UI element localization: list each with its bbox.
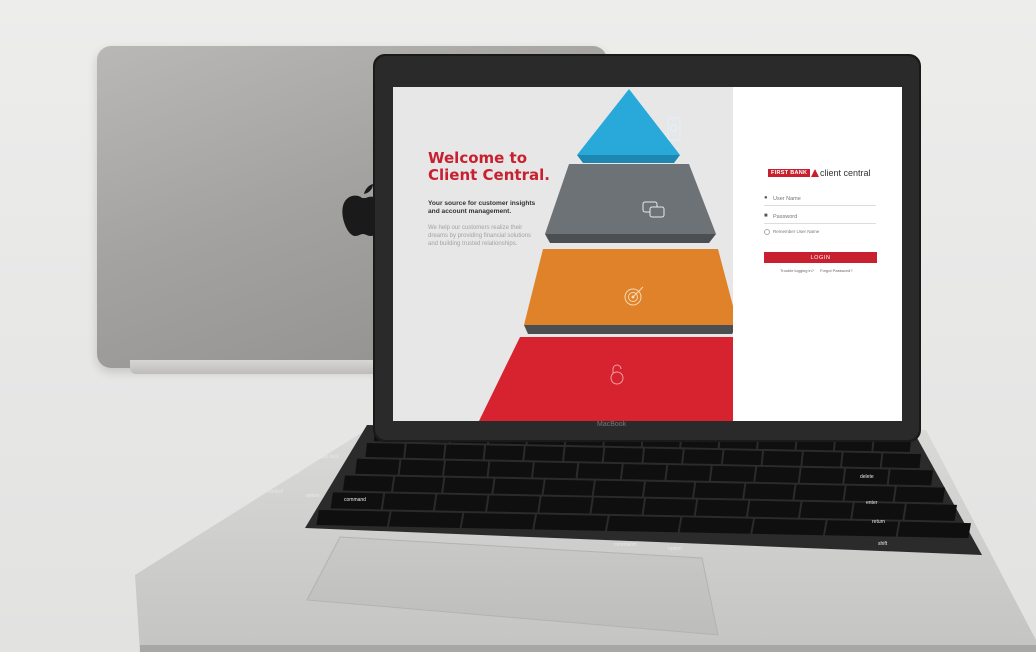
keyboard-key xyxy=(802,451,842,467)
client-central-logo-icon xyxy=(811,169,819,177)
keyboard-key xyxy=(603,447,643,463)
keyboard-key xyxy=(679,517,753,534)
keyboard-key xyxy=(355,458,400,475)
username-field: ● xyxy=(764,194,876,206)
key-command-left: command xyxy=(344,497,366,503)
keyboard-key xyxy=(577,463,622,480)
key-command-right: command xyxy=(614,542,636,548)
keyboard-key xyxy=(434,494,488,512)
keyboard-key xyxy=(755,466,800,483)
keyboard-key xyxy=(564,446,604,462)
macbook-label: MacBook xyxy=(597,421,627,428)
keyboard-key xyxy=(744,483,795,500)
welcome-title-line1: Welcome to xyxy=(428,149,528,167)
keyboard-key xyxy=(799,467,845,484)
keyboard-key xyxy=(852,502,905,520)
keyboard-key xyxy=(643,498,697,516)
keyboard-key xyxy=(593,480,644,497)
target-icon xyxy=(624,286,644,306)
remember-checkbox[interactable] xyxy=(764,229,770,235)
keyboard-key xyxy=(894,486,945,503)
remember-username[interactable]: Remember User Name xyxy=(764,229,819,235)
keyboard-key xyxy=(444,444,485,460)
keyboard-key xyxy=(388,511,463,528)
key-option-left: option xyxy=(306,493,320,499)
smartphone-icon xyxy=(667,117,681,141)
keyboard-key xyxy=(399,459,444,476)
chat-icon xyxy=(642,201,665,218)
keyboard-key xyxy=(666,465,711,481)
keyboard-key xyxy=(524,446,564,461)
keyboard-key xyxy=(484,445,524,461)
lock-small-icon: ■ xyxy=(764,213,768,219)
keyboard-key xyxy=(842,452,882,468)
keyboard-key xyxy=(904,503,957,521)
product-logo-text: client central xyxy=(820,168,871,178)
bank-logo: FIRST BANK xyxy=(768,169,811,177)
keyboard-key xyxy=(747,500,801,518)
trouble-logging-in-link[interactable]: Trouble logging in? xyxy=(780,268,814,273)
keyboard-key xyxy=(752,518,826,536)
keyboard-key xyxy=(461,512,535,530)
keyboard-key xyxy=(722,450,763,465)
welcome-title: Welcome to Client Central. xyxy=(428,150,558,184)
key-return: return xyxy=(872,519,886,525)
forgot-password-link[interactable]: Forgot Password? xyxy=(820,268,852,273)
keyboard-key xyxy=(881,453,921,469)
key-caps-lock: caps lock xyxy=(318,454,339,460)
keyboard-key xyxy=(694,482,745,499)
keyboard-key xyxy=(365,443,405,458)
welcome-tagline: Your source for customer insights and ac… xyxy=(428,200,536,215)
keyboard-key xyxy=(533,462,578,479)
keyboard-key xyxy=(606,515,681,533)
keyboard-key xyxy=(824,520,899,537)
key-control: control xyxy=(268,489,284,495)
keyboard-key xyxy=(591,497,644,515)
key-shift-right: shift xyxy=(878,541,888,547)
keyboard-key xyxy=(794,484,845,501)
keyboard-key xyxy=(800,501,853,519)
keyboard-key xyxy=(493,478,544,495)
keyboard-key xyxy=(695,499,749,517)
login-button[interactable]: LOGIN xyxy=(764,252,877,263)
keyboard-key xyxy=(543,479,594,496)
key-option-right: option xyxy=(668,546,682,552)
password-field: ■ xyxy=(764,212,876,224)
key-delete: delete xyxy=(860,474,874,480)
keyboard-key xyxy=(487,495,540,513)
keyboard-key xyxy=(897,521,971,539)
password-input[interactable] xyxy=(773,212,873,222)
keyboard-key xyxy=(539,496,592,514)
keyboard-key xyxy=(888,469,933,486)
keyboard-key xyxy=(444,460,489,477)
key-shift-left: shift xyxy=(290,470,300,476)
keyboard-key xyxy=(621,464,667,481)
keyboard-key xyxy=(382,493,436,511)
keyboard-key xyxy=(710,465,756,482)
keyboard-key xyxy=(405,443,445,459)
keyboard-key xyxy=(342,475,394,492)
welcome-title-line2: Client Central. xyxy=(428,166,550,184)
keyboard-key xyxy=(488,461,533,478)
keyboard-key xyxy=(643,481,695,498)
keyboard-key xyxy=(443,477,494,494)
user-icon: ● xyxy=(764,195,768,201)
keyboard-key xyxy=(393,476,444,493)
keyboard-key xyxy=(643,448,683,464)
keyboard-key xyxy=(683,449,723,465)
keyboard-key xyxy=(316,510,390,527)
username-input[interactable] xyxy=(773,194,873,204)
lock-icon xyxy=(610,364,624,385)
keyboard-key xyxy=(534,514,608,531)
keyboard-key xyxy=(762,450,802,466)
remember-label: Remember User Name xyxy=(773,229,820,235)
key-enter: enter xyxy=(866,500,878,506)
welcome-description: We help our customers realize their drea… xyxy=(428,225,532,247)
